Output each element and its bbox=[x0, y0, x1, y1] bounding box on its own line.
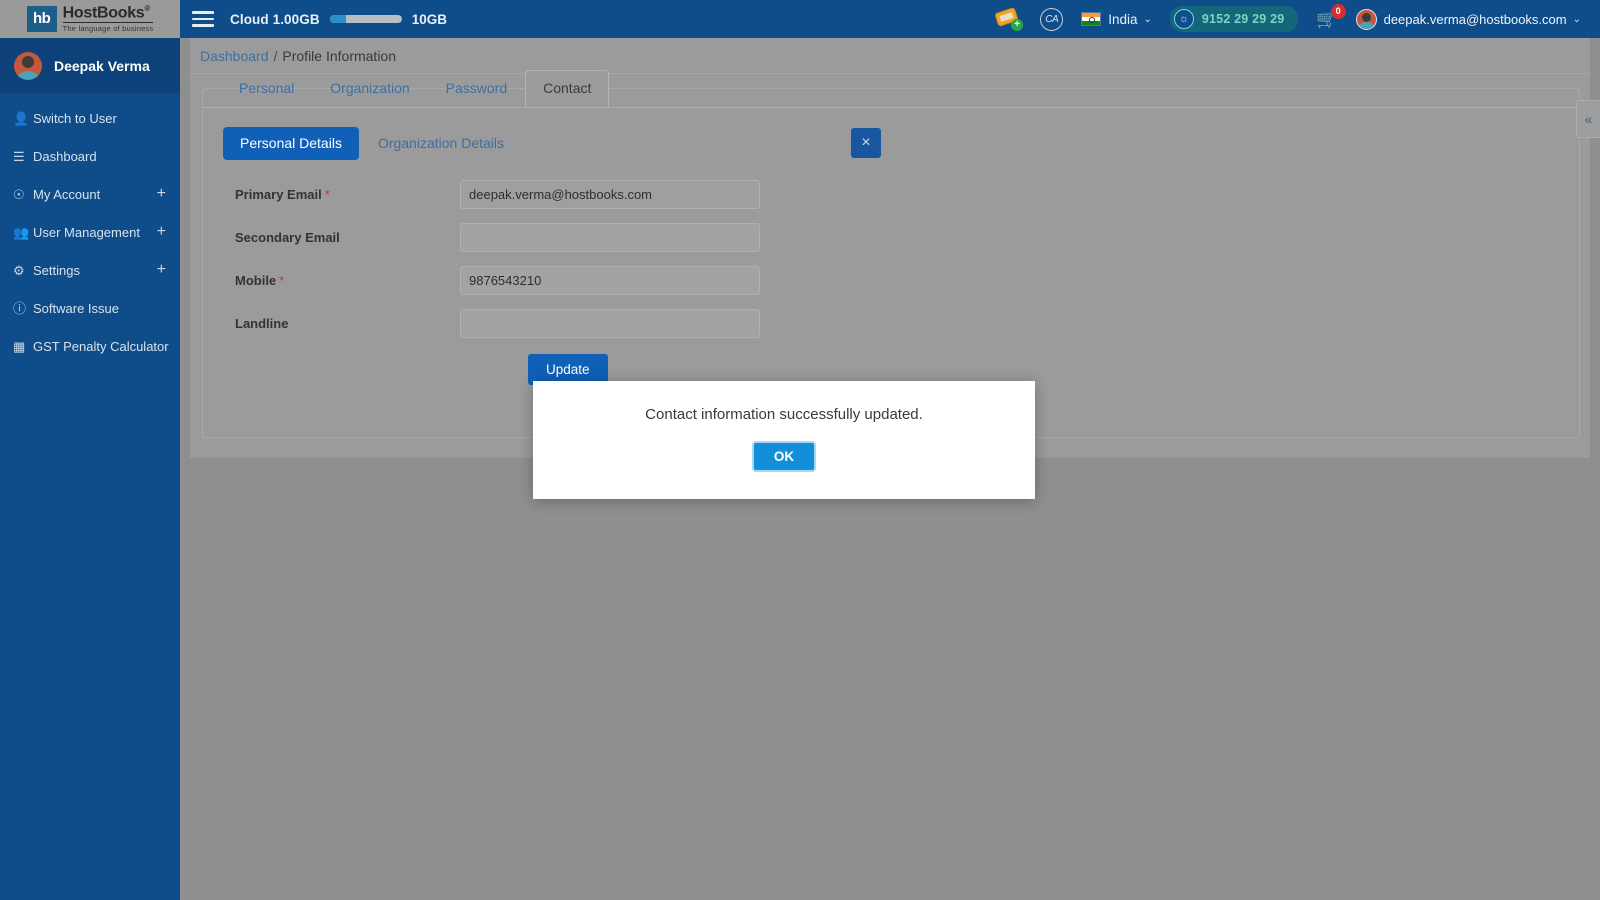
success-dialog: Contact information successfully updated… bbox=[533, 381, 1035, 499]
dialog-message: Contact information successfully updated… bbox=[645, 406, 923, 423]
ok-button[interactable]: OK bbox=[751, 441, 817, 472]
